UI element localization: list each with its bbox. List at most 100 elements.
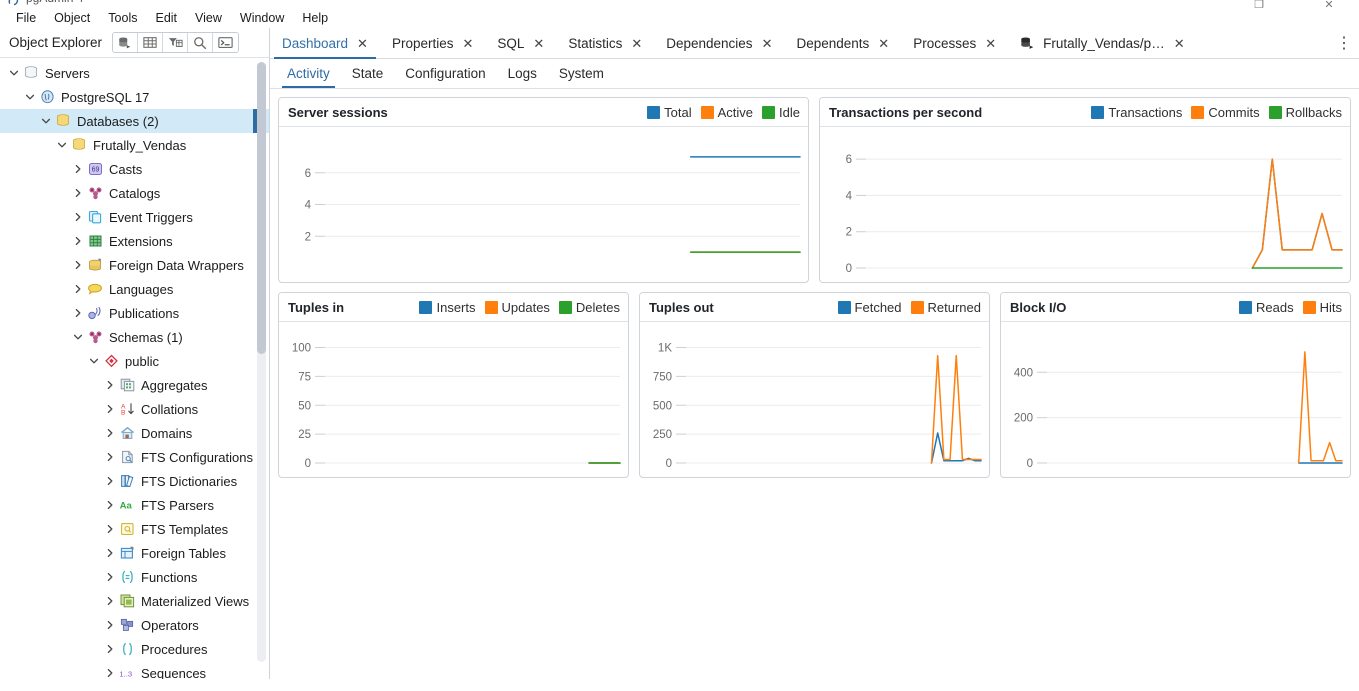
filtered-rows-icon[interactable]: [163, 33, 189, 52]
close-icon[interactable]: ✕: [460, 35, 475, 52]
chevron-down-icon[interactable]: [38, 116, 54, 126]
tree-item-fts-parsers[interactable]: Aa FTS Parsers: [0, 493, 269, 517]
tree-item-publications[interactable]: Publications: [0, 301, 269, 325]
tree-scrollbar-thumb[interactable]: [257, 62, 266, 354]
legend-item-commits[interactable]: Commits: [1191, 105, 1260, 120]
tab-processes[interactable]: Processes ✕: [901, 28, 1008, 58]
tree-item-schemas-1[interactable]: Schemas (1): [0, 325, 269, 349]
legend-item-transactions[interactable]: Transactions: [1091, 105, 1182, 120]
legend-item-active[interactable]: Active: [700, 105, 753, 120]
window-restore-button[interactable]: ❐: [1237, 0, 1281, 12]
tab-sql[interactable]: SQL ✕: [485, 28, 556, 58]
chevron-right-icon[interactable]: [70, 260, 86, 270]
close-icon[interactable]: ✕: [531, 35, 546, 52]
chevron-down-icon[interactable]: [86, 356, 102, 366]
tab-frutally-vendas-p[interactable]: Frutally_Vendas/p… ✕: [1008, 28, 1196, 58]
legend-item-inserts[interactable]: Inserts: [419, 300, 476, 315]
chevron-right-icon[interactable]: [102, 644, 118, 654]
subtab-configuration[interactable]: Configuration: [394, 59, 496, 88]
tree-item-domains[interactable]: Domains: [0, 421, 269, 445]
chevron-right-icon[interactable]: [70, 236, 86, 246]
legend-item-idle[interactable]: Idle: [762, 105, 800, 120]
tree-item-casts[interactable]: 69 Casts: [0, 157, 269, 181]
tree-item-servers[interactable]: Servers: [0, 61, 269, 85]
tree-item-public[interactable]: public: [0, 349, 269, 373]
tree-item-procedures[interactable]: Procedures: [0, 637, 269, 661]
legend-item-reads[interactable]: Reads: [1239, 300, 1294, 315]
chevron-right-icon[interactable]: [102, 548, 118, 558]
tree-item-catalogs[interactable]: Catalogs: [0, 181, 269, 205]
search-icon[interactable]: [188, 33, 214, 52]
tree-item-foreign-tables[interactable]: Foreign Tables: [0, 541, 269, 565]
menu-item-help[interactable]: Help: [293, 9, 337, 27]
tree-item-foreign-data-wrappers[interactable]: Foreign Data Wrappers: [0, 253, 269, 277]
close-icon[interactable]: ✕: [1172, 35, 1187, 52]
close-icon[interactable]: ✕: [876, 35, 891, 52]
menu-item-file[interactable]: File: [7, 9, 45, 27]
close-icon[interactable]: ✕: [983, 35, 998, 52]
tab-properties[interactable]: Properties ✕: [380, 28, 485, 58]
chevron-right-icon[interactable]: [70, 284, 86, 294]
tree-item-extensions[interactable]: Extensions: [0, 229, 269, 253]
tree-item-frutally-vendas[interactable]: Frutally_Vendas: [0, 133, 269, 157]
chevron-down-icon[interactable]: [22, 92, 38, 102]
psql-terminal-icon[interactable]: [213, 33, 239, 52]
menu-item-object[interactable]: Object: [45, 9, 99, 27]
chevron-right-icon[interactable]: [102, 668, 118, 678]
tree-item-languages[interactable]: Languages: [0, 277, 269, 301]
tab-overflow-menu-button[interactable]: ⋮: [1329, 28, 1359, 58]
tree-item-collations[interactable]: A B Collations: [0, 397, 269, 421]
menu-item-edit[interactable]: Edit: [146, 9, 186, 27]
chevron-down-icon[interactable]: [70, 332, 86, 342]
legend-item-updates[interactable]: Updates: [484, 300, 550, 315]
menu-item-tools[interactable]: Tools: [99, 9, 146, 27]
tree-item-functions[interactable]: Functions: [0, 565, 269, 589]
tree-item-aggregates[interactable]: Aggregates: [0, 373, 269, 397]
chevron-right-icon[interactable]: [102, 404, 118, 414]
chevron-right-icon[interactable]: [102, 428, 118, 438]
tree-item-event-triggers[interactable]: Event Triggers: [0, 205, 269, 229]
chevron-right-icon[interactable]: [70, 188, 86, 198]
chevron-down-icon[interactable]: [54, 140, 70, 150]
menu-item-view[interactable]: View: [186, 9, 231, 27]
tree-item-materialized-views[interactable]: Materialized Views: [0, 589, 269, 613]
tree-item-databases-2[interactable]: Databases (2): [0, 109, 269, 133]
tree-item-postgresql-17[interactable]: PostgreSQL 17: [0, 85, 269, 109]
legend-item-total[interactable]: Total: [647, 105, 692, 120]
tab-dependencies[interactable]: Dependencies ✕: [654, 28, 784, 58]
chevron-right-icon[interactable]: [102, 380, 118, 390]
chevron-right-icon[interactable]: [102, 524, 118, 534]
tree-item-fts-templates[interactable]: FTS Templates: [0, 517, 269, 541]
tab-statistics[interactable]: Statistics ✕: [556, 28, 654, 58]
legend-item-returned[interactable]: Returned: [910, 300, 981, 315]
chevron-right-icon[interactable]: [102, 620, 118, 630]
legend-item-rollbacks[interactable]: Rollbacks: [1268, 105, 1342, 120]
chevron-right-icon[interactable]: [102, 596, 118, 606]
legend-item-hits[interactable]: Hits: [1302, 300, 1342, 315]
chevron-right-icon[interactable]: [102, 572, 118, 582]
query-tool-icon[interactable]: [113, 33, 139, 52]
chevron-right-icon[interactable]: [70, 212, 86, 222]
view-data-icon[interactable]: [138, 33, 164, 52]
subtab-activity[interactable]: Activity: [276, 59, 341, 88]
chevron-right-icon[interactable]: [70, 164, 86, 174]
close-icon[interactable]: ✕: [629, 35, 644, 52]
window-close-button[interactable]: ✕: [1307, 0, 1351, 12]
chevron-right-icon[interactable]: [70, 308, 86, 318]
subtab-system[interactable]: System: [548, 59, 615, 88]
tree-scrollbar[interactable]: [257, 62, 266, 662]
object-tree[interactable]: Servers PostgreSQL 17 Databases (2) Frutall…: [0, 58, 269, 679]
tree-item-operators[interactable]: Operators: [0, 613, 269, 637]
legend-item-deletes[interactable]: Deletes: [558, 300, 620, 315]
tree-item-fts-configurations[interactable]: FTS Configurations: [0, 445, 269, 469]
chevron-right-icon[interactable]: [102, 476, 118, 486]
close-icon[interactable]: ✕: [355, 35, 370, 52]
chevron-right-icon[interactable]: [102, 452, 118, 462]
subtab-state[interactable]: State: [341, 59, 395, 88]
close-icon[interactable]: ✕: [760, 35, 775, 52]
tab-dashboard[interactable]: Dashboard ✕: [270, 28, 380, 59]
tree-item-fts-dictionaries[interactable]: FTS Dictionaries: [0, 469, 269, 493]
chevron-down-icon[interactable]: [6, 68, 22, 78]
menu-item-window[interactable]: Window: [231, 9, 293, 27]
subtab-logs[interactable]: Logs: [497, 59, 548, 88]
